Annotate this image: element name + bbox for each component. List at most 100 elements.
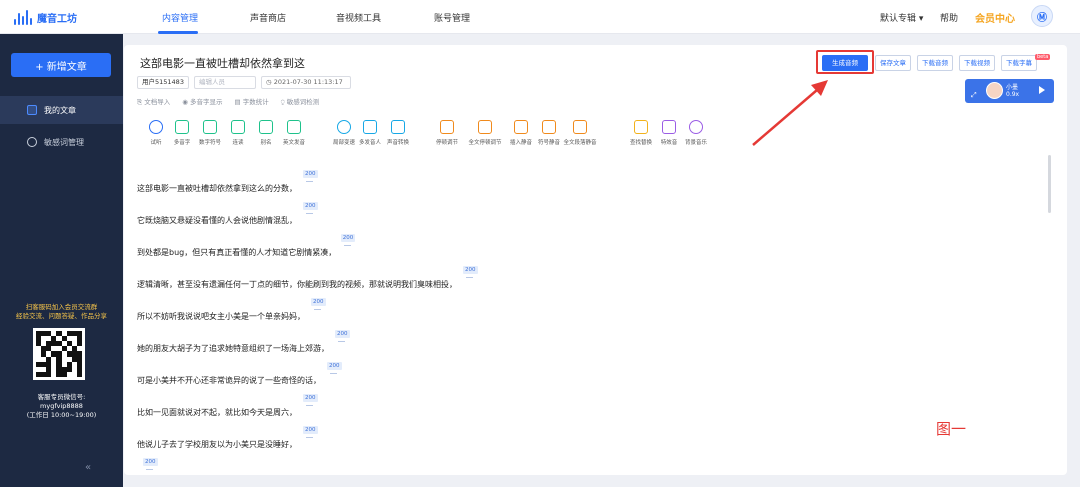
article-content[interactable]: 这部电影一直被吐槽却依然拿到这么的分数， 200 它既烧脑又悬疑没看懂的人会说他剧情… [124,165,1067,475]
voice-selector[interactable]: ⤢ 小墨 0.9x [965,79,1054,103]
paragraph-text[interactable]: 她的朋友大胡子为了追求她特意组织了一场海上郊游， [137,343,329,354]
user-avatar[interactable]: Ⓜ [1031,5,1053,27]
tool-icon [514,120,528,134]
tool-item[interactable]: 停顿调节 [433,120,461,146]
tool-icon [203,120,217,134]
album-select[interactable]: 默认专辑 ▾ [880,11,923,24]
nav-content-management[interactable]: 内容管理 [162,11,198,24]
download-video-button[interactable]: 下载视频 [959,55,995,71]
tool-icon [287,120,301,134]
pause-tag[interactable]: 200 [463,266,478,274]
service-line: 客服专员微信号: [37,393,86,401]
editor-toolbar: 试听 多音字 数字符号 连读 别名 英文发音 局部变速 多发音人 声音转换 停顿调节 全文停顿调节插… [124,120,1067,152]
sidebar-item-my-articles[interactable]: 我的文章 [0,96,123,124]
pause-marker-icon [146,469,153,470]
paragraph-text[interactable]: 比如一见面就说对不起，就比如今天是周六， [137,407,297,418]
tool-item[interactable]: 声音转换 [384,120,412,146]
voice-speed: 0.9x [1006,91,1020,98]
pause-tag[interactable]: 200 [327,362,342,370]
tool-item[interactable]: 背景音乐 [682,120,710,146]
tool-label: 背景音乐 [684,140,707,146]
paragraph-text[interactable]: 到处都是bug，但只有真正看懂的人才知道它剧情紧凑， [137,247,336,258]
pause-tag[interactable]: 200 [303,202,318,210]
download-audio-button[interactable]: 下载音频 [917,55,953,71]
pause-tag[interactable]: 200 [335,330,350,338]
tool-item[interactable]: 英文发音 [280,120,308,146]
paragraph-text[interactable]: 可是小美并不开心还非常诡异的说了一些奇怪的话， [137,375,321,386]
pause-tag[interactable]: 200 [340,234,356,242]
paragraph-text[interactable]: 所以不妨听我说说吧女主小美是一个单亲妈妈， [137,311,305,322]
pause-tag[interactable]: 200 [143,458,158,466]
editor-field[interactable]: 编辑人员 [193,76,256,89]
play-icon[interactable] [1039,86,1045,94]
new-article-button[interactable]: + 新增文章 [11,53,111,77]
top-bar: 魔音工坊 内容管理 声音商店 音视频工具 账号管理 默认专辑 ▾ 帮助 会员中心… [0,0,1080,34]
annotation-arrow-icon [752,80,828,146]
polyphone-display-button[interactable]: ◉ 多音字显示 [182,96,222,107]
tool-item[interactable]: 符号静音 [535,120,563,146]
author-field[interactable]: 用户5151483 [137,76,189,89]
tool-icon [363,120,377,134]
pause-tag[interactable]: 200 [303,394,318,402]
tool-item[interactable]: 全文停顿调节 [468,120,502,146]
vip-center-link[interactable]: 会员中心 [975,10,1015,25]
sidebar-item-label: 敏感词管理 [44,137,84,147]
tool-label: 英文发音 [282,140,305,146]
nav-account-management[interactable]: 账号管理 [434,11,470,24]
word-count-button[interactable]: ▤ 字数统计 [235,96,269,107]
filter-icon [27,137,37,147]
paragraph-text[interactable]: 他说儿子去了学校朋友以为小美只是没睡好， [137,439,297,450]
app-logo[interactable]: 魔音工坊 [14,9,77,25]
logo-text: 魔音工坊 [37,13,77,25]
logo-icon [14,9,32,25]
pause-tag[interactable]: 200 [303,426,318,434]
help-link[interactable]: 帮助 [940,11,958,24]
tool-label: 停顿调节 [435,140,458,146]
collapse-sidebar-icon[interactable]: « [85,462,91,473]
tool-icon [259,120,273,134]
nav-av-tools[interactable]: 音视频工具 [336,11,381,24]
pause-marker-icon [314,309,321,310]
pause-tag[interactable]: 200 [303,170,318,178]
date-field[interactable]: ◷ 2021-07-30 11:13:17 [260,76,351,89]
import-doc-button[interactable]: ⎘ 文档导入 [137,96,170,107]
sidebar-item-sensitive-words[interactable]: 敏感词管理 [0,128,123,156]
sensitive-check-label: 敏感词检测 [286,98,320,106]
tool-icon [337,120,351,134]
tool-item[interactable]: 全文段落静音 [563,120,597,146]
service-line: mygfvip8888 [40,402,83,410]
paragraph-text[interactable]: 它既烧脑又悬疑没看懂的人会说他剧情混乱， [137,215,297,226]
article-title[interactable]: 这部电影一直被吐槽却依然拿到这 [140,55,305,71]
content-scrollbar[interactable] [1048,155,1051,213]
meta-row: 用户5151483 编辑人员 ◷ 2021-07-30 11:13:17 [137,76,351,89]
pause-marker-icon [330,373,337,374]
tool-icon [149,120,163,134]
pause-tag[interactable]: 200 [311,298,326,306]
pause-marker-icon [306,405,313,406]
paragraph-text[interactable]: 这部电影一直被吐槽却依然拿到这么的分数， [137,183,297,194]
editor-card: 这部电影一直被吐槽却依然拿到这 用户5151483 编辑人员 ◷ 2021-07… [124,45,1067,475]
download-subtitle-button[interactable]: 下载字幕 [1001,55,1037,71]
sensitive-check-button[interactable]: ⍜ 敏感词检测 [281,96,319,107]
nav-voice-store[interactable]: 声音商店 [250,11,286,24]
promo-line: 扫客服码加入会员交流群 [25,303,98,311]
paragraph-text[interactable]: 逻辑清晰，甚至没有遗漏任何一丁点的细节，你能刷到我的视频，那就说明我们臭味相投， [137,279,457,290]
tool-label: 全文段落静音 [563,140,597,146]
service-line: (工作日 10:00~19:00) [26,411,97,419]
polyphone-display-label: 多音字显示 [190,98,223,106]
pause-marker-icon [306,213,313,214]
tool-icon [542,120,556,134]
sidebar: + 新增文章 我的文章 敏感词管理 扫客服码加入会员交流群 经验交流、问题答疑、… [0,34,123,487]
avatar-text: Ⓜ [1037,12,1047,24]
tool-icon [440,120,454,134]
new-article-label: + 新增文章 [35,61,87,73]
tool-icon [662,120,676,134]
save-article-button[interactable]: 保存文章 [875,55,911,71]
pause-marker-icon [338,341,345,342]
tool-icon [689,120,703,134]
import-doc-label: 文档导入 [144,98,171,106]
pause-marker-icon [343,245,351,246]
pause-marker-icon [306,437,313,438]
date-value: 2021-07-30 11:13:17 [273,78,343,86]
tool-icon [573,120,587,134]
